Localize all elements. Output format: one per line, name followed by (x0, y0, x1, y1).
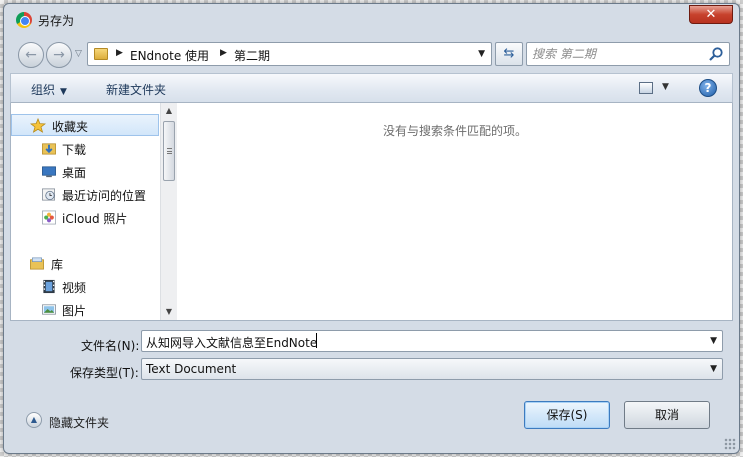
address-bar[interactable]: ▶ ENdnote 使用 ▶ 第二期 ▼ (87, 42, 492, 66)
pictures-icon (42, 304, 56, 315)
filename-value[interactable]: 从知网导入文献信息至EndNote (146, 334, 317, 351)
view-icon[interactable] (639, 82, 653, 94)
search-box[interactable] (526, 42, 730, 66)
search-icon[interactable] (708, 46, 724, 62)
toolbar: 组织 ▼ 新建文件夹 ▼ ? (10, 73, 733, 103)
nav-item-pictures[interactable]: 图片 (11, 299, 159, 320)
forward-button[interactable]: → (46, 42, 72, 68)
help-icon[interactable]: ? (699, 79, 717, 97)
refresh-icon: ⇆ (503, 46, 515, 61)
chevron-down-icon: ▼ (60, 87, 67, 97)
folder-icon (94, 48, 108, 60)
search-input[interactable] (532, 46, 702, 62)
nav-item-label: 下载 (62, 143, 87, 157)
icloud-photos-icon (42, 210, 56, 225)
nav-item-label: 收藏夹 (52, 120, 89, 134)
filetype-label: 保存类型(T): (70, 366, 139, 380)
chrome-icon (16, 12, 32, 28)
chevron-up-icon: ▲ (26, 412, 42, 428)
view-dropdown-icon[interactable]: ▼ (662, 82, 669, 92)
window-title: 另存为 (38, 14, 75, 28)
file-list[interactable]: 没有与搜索条件匹配的项。 (178, 103, 732, 320)
filename-label: 文件名(N): (81, 339, 140, 353)
recent-places-icon (42, 188, 55, 201)
scroll-down-icon[interactable]: ▼ (161, 304, 177, 320)
save-button[interactable]: 保存(S) (524, 401, 610, 429)
nav-item-icloud[interactable]: iCloud 照片 (11, 207, 159, 229)
cancel-button[interactable]: 取消 (624, 401, 710, 429)
nav-item-label: 视频 (62, 281, 87, 295)
back-button[interactable]: ← (18, 42, 44, 68)
nav-item-desktop[interactable]: 桌面 (11, 161, 159, 183)
filetype-dropdown-icon[interactable]: ▼ (710, 364, 717, 374)
chevron-right-icon[interactable]: ▶ (116, 48, 123, 58)
nav-item-favorites[interactable]: 收藏夹 (11, 114, 159, 136)
nav-item-recent[interactable]: 最近访问的位置 (11, 184, 159, 206)
nav-item-label: 最近访问的位置 (62, 189, 147, 203)
breadcrumb-endnote[interactable]: ENdnote 使用 (130, 47, 209, 64)
nav-item-label: 图片 (62, 304, 87, 318)
nav-item-label: iCloud 照片 (62, 212, 128, 226)
videos-icon (43, 279, 55, 294)
hide-folders-label: 隐藏文件夹 (49, 416, 110, 430)
nav-item-label: 库 (51, 258, 64, 272)
save-as-dialog: 另存为 ✕ ← → ▽ ▶ ENdnote 使用 ▶ 第二期 ▼ ⇆ 组织 ▼ 新… (3, 3, 740, 454)
filetype-select[interactable]: Text Document ▼ (141, 358, 723, 380)
new-folder-button[interactable]: 新建文件夹 (106, 81, 166, 98)
scroll-up-icon[interactable]: ▲ (161, 103, 177, 119)
nav-item-label: 桌面 (62, 166, 87, 180)
filetype-value: Text Document (146, 362, 237, 376)
nav-item-videos[interactable]: 视频 (11, 276, 159, 298)
grip-icon (167, 148, 172, 154)
close-button[interactable]: ✕ (689, 5, 733, 24)
navigation-scrollbar[interactable]: ▲ ▼ (160, 103, 177, 320)
filename-dropdown-icon[interactable]: ▼ (710, 336, 717, 346)
text-cursor (316, 333, 317, 348)
star-icon (30, 118, 46, 133)
organize-label: 组织 (31, 83, 56, 97)
resize-grip-icon[interactable] (724, 438, 736, 450)
nav-item-downloads[interactable]: 下载 (11, 138, 159, 160)
content-area: 收藏夹 下载 桌面 最近访问的位置 iCloud 照片 库 视频 图片 ▲ ▼ … (10, 103, 733, 321)
recent-locations-dropdown[interactable]: ▽ (75, 49, 82, 59)
refresh-button[interactable]: ⇆ (495, 42, 523, 66)
navigation-pane: 收藏夹 下载 桌面 最近访问的位置 iCloud 照片 库 视频 图片 (11, 103, 159, 320)
empty-message: 没有与搜索条件匹配的项。 (383, 124, 528, 138)
breadcrumb-current[interactable]: 第二期 (234, 47, 270, 64)
desktop-icon (42, 166, 56, 178)
title-bar: 另存为 ✕ (4, 4, 739, 34)
organize-menu[interactable]: 组织 ▼ (31, 81, 67, 98)
library-icon (30, 257, 44, 270)
download-folder-icon (42, 143, 56, 155)
nav-item-libraries[interactable]: 库 (11, 253, 159, 275)
filename-field[interactable]: 从知网导入文献信息至EndNote ▼ (141, 330, 723, 352)
chevron-right-icon[interactable]: ▶ (220, 48, 227, 58)
scroll-thumb[interactable] (163, 121, 175, 181)
address-dropdown-icon[interactable]: ▼ (478, 49, 485, 59)
